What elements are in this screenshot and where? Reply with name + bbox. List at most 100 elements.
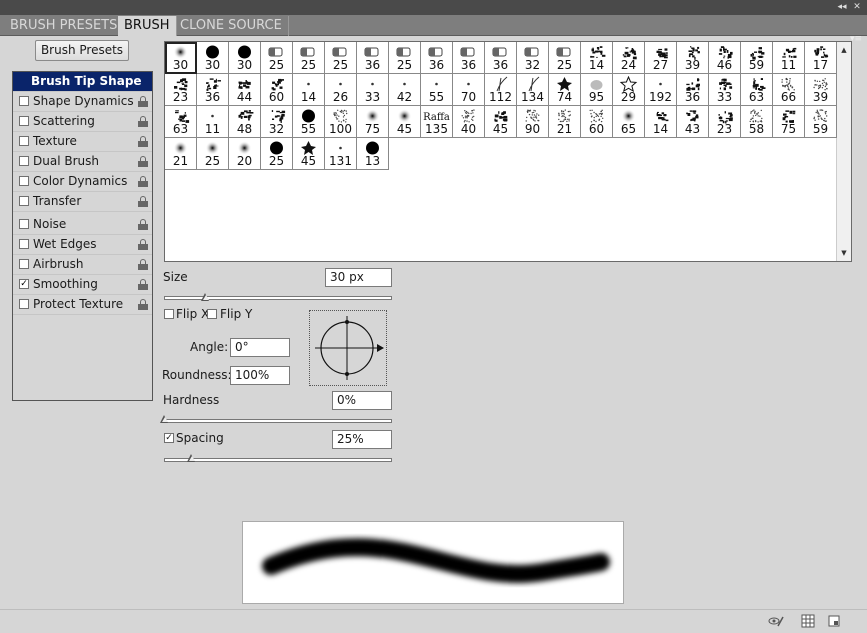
brush-tip-cell[interactable]: 131 bbox=[325, 138, 357, 170]
brush-tip-cell[interactable]: 36 bbox=[485, 42, 517, 74]
brush-tip-cell[interactable]: Raffa 135 bbox=[421, 106, 453, 138]
spacing-checkbox[interactable]: ✓ bbox=[164, 433, 174, 443]
flip-y-checkbox[interactable] bbox=[207, 309, 217, 319]
brush-tip-cell[interactable]: 36 bbox=[421, 42, 453, 74]
brush-tip-cell[interactable]: 45 bbox=[389, 106, 421, 138]
sidebar-item-transfer[interactable]: Transfer bbox=[13, 192, 152, 212]
brush-tip-cell[interactable]: 30 bbox=[229, 42, 261, 74]
brush-tip-cell[interactable]: 11 bbox=[197, 106, 229, 138]
brush-tip-cell[interactable]: 27 bbox=[645, 42, 677, 74]
spacing-slider[interactable] bbox=[164, 458, 392, 462]
brush-tip-cell[interactable]: 26 bbox=[325, 74, 357, 106]
brush-tip-cell[interactable]: 100 bbox=[325, 106, 357, 138]
brush-tip-cell[interactable]: 21 bbox=[549, 106, 581, 138]
brush-tip-cell[interactable]: 39 bbox=[677, 42, 709, 74]
size-slider[interactable] bbox=[164, 296, 392, 300]
brush-tip-cell[interactable]: 60 bbox=[261, 74, 293, 106]
brush-tip-cell[interactable]: 59 bbox=[805, 106, 837, 138]
sidebar-checkbox[interactable] bbox=[19, 259, 29, 269]
sidebar-checkbox[interactable] bbox=[19, 136, 29, 146]
collapse-icon[interactable]: ◂◂ bbox=[836, 2, 848, 12]
brush-tip-cell[interactable]: 74 bbox=[549, 74, 581, 106]
brush-tip-cell[interactable]: 60 bbox=[581, 106, 613, 138]
brush-tip-cell[interactable]: 66 bbox=[773, 74, 805, 106]
sidebar-item-color-dynamics[interactable]: Color Dynamics bbox=[13, 172, 152, 192]
sidebar-item-scattering[interactable]: Scattering bbox=[13, 112, 152, 132]
spacing-slider-thumb[interactable] bbox=[187, 454, 196, 463]
brush-tip-cell[interactable]: 17 bbox=[805, 42, 837, 74]
brush-tip-cell[interactable]: 43 bbox=[677, 106, 709, 138]
lock-icon[interactable] bbox=[138, 279, 148, 290]
brush-tip-cell[interactable]: 21 bbox=[165, 138, 197, 170]
brush-tip-cell[interactable]: 25 bbox=[261, 42, 293, 74]
brush-tip-cell[interactable]: 25 bbox=[389, 42, 421, 74]
sidebar-checkbox[interactable] bbox=[19, 299, 29, 309]
sidebar-item-brush-tip-shape[interactable]: Brush Tip Shape bbox=[13, 72, 152, 92]
brush-tip-cell[interactable]: 59 bbox=[741, 42, 773, 74]
brush-tip-cell[interactable]: 14 bbox=[645, 106, 677, 138]
brush-tip-cell[interactable]: 36 bbox=[677, 74, 709, 106]
sidebar-item-noise[interactable]: Noise bbox=[13, 215, 152, 235]
brush-tip-cell[interactable]: 48 bbox=[229, 106, 261, 138]
brush-tip-cell[interactable]: 32 bbox=[261, 106, 293, 138]
brush-tip-cell[interactable]: 39 bbox=[805, 74, 837, 106]
lock-icon[interactable] bbox=[138, 136, 148, 147]
brush-tip-cell[interactable]: 65 bbox=[613, 106, 645, 138]
brush-tip-cell[interactable]: 11 bbox=[773, 42, 805, 74]
hardness-slider-thumb[interactable] bbox=[160, 415, 169, 424]
brush-tip-cell[interactable]: 20 bbox=[229, 138, 261, 170]
sidebar-checkbox[interactable] bbox=[19, 116, 29, 126]
sidebar-item-smoothing[interactable]: ✓ Smoothing bbox=[13, 275, 152, 295]
brush-tip-cell[interactable]: 36 bbox=[357, 42, 389, 74]
sidebar-checkbox[interactable] bbox=[19, 96, 29, 106]
brush-tip-cell[interactable]: 25 bbox=[549, 42, 581, 74]
brush-tip-cell[interactable]: 45 bbox=[293, 138, 325, 170]
tab-clone-source[interactable]: CLONE SOURCE bbox=[174, 16, 289, 36]
brush-tip-cell[interactable]: 55 bbox=[421, 74, 453, 106]
brush-tip-cell[interactable]: 33 bbox=[357, 74, 389, 106]
brush-tip-cell[interactable]: 58 bbox=[741, 106, 773, 138]
brush-tip-cell[interactable]: 29 bbox=[613, 74, 645, 106]
lock-icon[interactable] bbox=[138, 239, 148, 250]
brush-tip-cell[interactable]: 25 bbox=[197, 138, 229, 170]
brush-tip-cell[interactable]: 36 bbox=[197, 74, 229, 106]
brush-tip-cell[interactable]: 46 bbox=[709, 42, 741, 74]
brush-tip-cell[interactable]: 30 bbox=[165, 42, 197, 74]
brush-tip-cell[interactable]: 63 bbox=[165, 106, 197, 138]
scroll-down-icon[interactable]: ▼ bbox=[840, 249, 848, 257]
new-preset-icon[interactable] bbox=[827, 614, 841, 628]
brush-tip-cell[interactable]: 13 bbox=[357, 138, 389, 170]
roundness-field[interactable]: 100% bbox=[230, 366, 290, 385]
brush-tip-cell[interactable]: 25 bbox=[261, 138, 293, 170]
eye-brush-icon[interactable] bbox=[768, 614, 784, 628]
hardness-slider[interactable] bbox=[164, 419, 392, 423]
lock-icon[interactable] bbox=[138, 259, 148, 270]
tab-brush[interactable]: BRUSH bbox=[118, 16, 177, 36]
brush-tip-cell[interactable]: 90 bbox=[517, 106, 549, 138]
brush-tip-cell[interactable]: 42 bbox=[389, 74, 421, 106]
tab-brush-presets[interactable]: BRUSH PRESETS bbox=[4, 16, 125, 36]
brush-tip-cell[interactable]: 40 bbox=[453, 106, 485, 138]
brush-tip-cell[interactable]: 24 bbox=[613, 42, 645, 74]
brush-tip-cell[interactable]: 14 bbox=[581, 42, 613, 74]
brush-tip-cell[interactable]: 14 bbox=[293, 74, 325, 106]
grid-scrollbar[interactable]: ▲ ▼ bbox=[836, 42, 851, 261]
hardness-field[interactable]: 0% bbox=[332, 391, 392, 410]
spacing-field[interactable]: 25% bbox=[332, 430, 392, 449]
lock-icon[interactable] bbox=[138, 176, 148, 187]
size-field[interactable]: 30 px bbox=[325, 268, 392, 287]
lock-icon[interactable] bbox=[138, 96, 148, 107]
brush-tip-cell[interactable]: 134 bbox=[517, 74, 549, 106]
sidebar-item-wet-edges[interactable]: Wet Edges bbox=[13, 235, 152, 255]
sidebar-item-shape-dynamics[interactable]: Shape Dynamics bbox=[13, 92, 152, 112]
brush-tip-cell[interactable]: 23 bbox=[709, 106, 741, 138]
sidebar-item-protect-texture[interactable]: Protect Texture bbox=[13, 295, 152, 315]
flip-x-checkbox[interactable] bbox=[164, 309, 174, 319]
brush-tip-cell[interactable]: 63 bbox=[741, 74, 773, 106]
scroll-up-icon[interactable]: ▲ bbox=[840, 46, 848, 54]
sidebar-checkbox[interactable] bbox=[19, 196, 29, 206]
brush-presets-button[interactable]: Brush Presets bbox=[35, 40, 129, 61]
brush-tip-cell[interactable]: 25 bbox=[325, 42, 357, 74]
brush-tip-cell[interactable]: 25 bbox=[293, 42, 325, 74]
brush-tip-cell[interactable]: 70 bbox=[453, 74, 485, 106]
